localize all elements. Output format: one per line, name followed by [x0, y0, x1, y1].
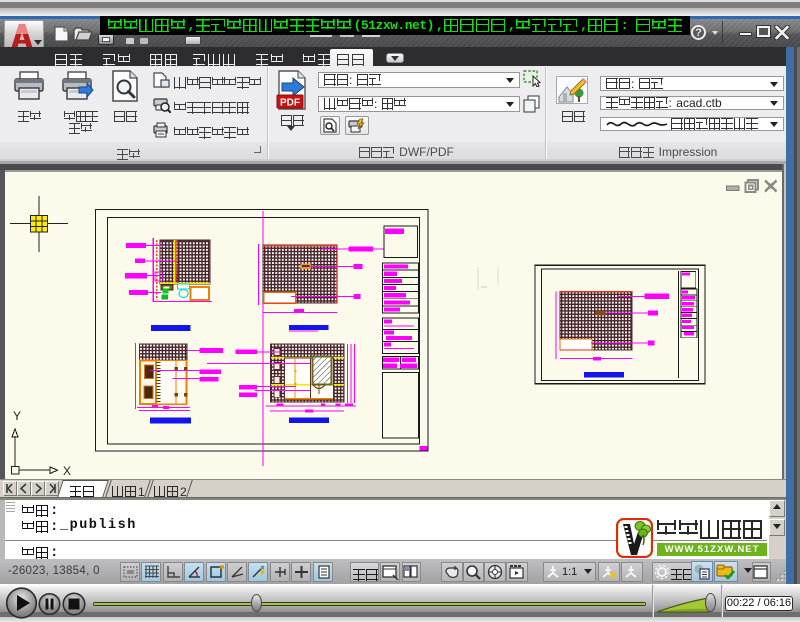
- svg-text:Y: Y: [13, 409, 21, 423]
- svg-text:X: X: [63, 464, 71, 478]
- svg-text:PDF: PDF: [280, 98, 300, 109]
